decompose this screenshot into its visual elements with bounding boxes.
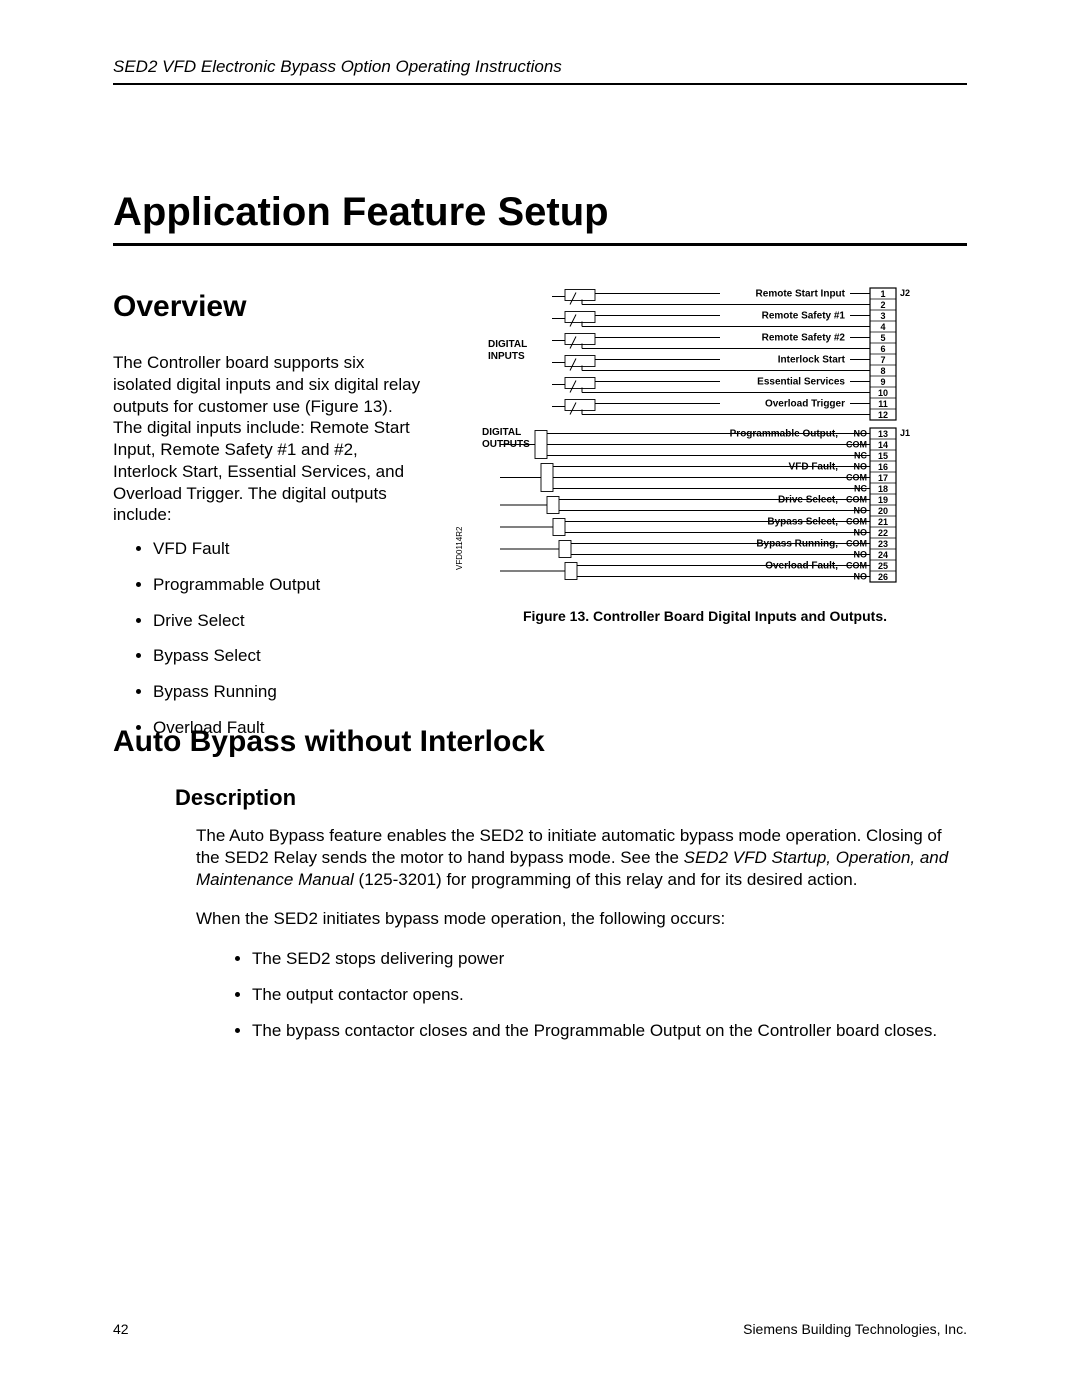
conn-j2-label: J2 [900,288,910,298]
digital-inputs-label-1: DIGITAL [488,339,527,350]
chapter-title-rule [113,243,967,246]
footer-company: Siemens Building Technologies, Inc. [743,1321,967,1337]
svg-text:18: 18 [878,484,888,494]
svg-text:5: 5 [880,333,885,343]
svg-text:22: 22 [878,528,888,538]
contact-tag: COM [846,561,867,571]
svg-text:16: 16 [878,462,888,472]
contact-tag: NO [854,462,868,472]
contact-tag: COM [846,517,867,527]
description-heading: Description [175,785,296,811]
contact-tag: NO [854,506,868,516]
svg-text:13: 13 [878,429,888,439]
output-rows: Programmable Output,NOCOMNCVFD Fault,NOC… [500,429,870,582]
svg-text:8: 8 [880,366,885,376]
header-rule [113,83,967,85]
input-label: Remote Safety #2 [762,333,846,344]
overview-bullets: VFD Fault Programmable Output Drive Sele… [113,538,423,739]
svg-text:6: 6 [880,344,885,354]
list-item: The SED2 stops delivering power [252,948,967,970]
svg-text:10: 10 [878,388,888,398]
overview-heading: Overview [113,290,246,324]
contact-tag: NO [854,550,868,560]
svg-text:23: 23 [878,539,888,549]
io-diagram: VFD0114R2 DIGITAL INPUTS DIGITAL OUTPUTS… [440,280,970,600]
desc-para-2: When the SED2 initiates bypass mode oper… [196,908,967,930]
svg-text:25: 25 [878,561,888,571]
svg-text:15: 15 [878,451,888,461]
contact-tag: COM [846,539,867,549]
list-item: Bypass Running [153,681,423,703]
svg-text:24: 24 [878,550,888,560]
digital-outputs-label-1: DIGITAL [482,427,521,438]
svg-text:2: 2 [880,300,885,310]
svg-text:1: 1 [880,289,885,299]
contact-tag: COM [846,440,867,450]
svg-text:14: 14 [878,440,888,450]
contact-tag: COM [846,495,867,505]
desc-para-1c: (125-3201) for programming of this relay… [354,870,858,889]
conn-j1-label: J1 [900,428,910,438]
svg-text:11: 11 [878,399,888,409]
auto-bypass-heading: Auto Bypass without Interlock [113,725,545,759]
svg-text:26: 26 [878,572,888,582]
input-label: Interlock Start [778,355,846,366]
page-container: SED2 VFD Electronic Bypass Option Operat… [0,0,1080,1397]
contact-tag: NC [854,484,867,494]
overview-paragraph: The Controller board supports six isolat… [113,352,423,526]
svg-text:7: 7 [880,355,885,365]
contact-tag: NC [854,451,867,461]
contact-tag: NO [854,572,868,582]
input-label: Essential Services [757,377,845,388]
contact-tag: NO [854,429,868,439]
svg-text:20: 20 [878,506,888,516]
svg-text:19: 19 [878,495,888,505]
page-header: SED2 VFD Electronic Bypass Option Operat… [113,57,967,93]
svg-text:12: 12 [878,410,888,420]
input-label: Remote Start Input [756,289,846,300]
chapter-title: Application Feature Setup [113,190,967,235]
svg-text:3: 3 [880,311,885,321]
list-item: The bypass contactor closes and the Prog… [252,1020,967,1042]
list-item: Programmable Output [153,574,423,596]
input-rows: Remote Start Input Remote Safety #1 Remote… [552,289,870,415]
chapter-title-block: Application Feature Setup [113,190,967,254]
contact-tag: COM [846,473,867,483]
description-bullets: The SED2 stops delivering power The outp… [196,948,967,1041]
list-item: VFD Fault [153,538,423,560]
figure-caption: Figure 13. Controller Board Digital Inpu… [470,608,940,624]
page-footer: 42 Siemens Building Technologies, Inc. [113,1321,967,1337]
description-body: The Auto Bypass feature enables the SED2… [196,825,967,1055]
header-title: SED2 VFD Electronic Bypass Option Operat… [113,57,967,77]
list-item: Bypass Select [153,645,423,667]
svg-text:17: 17 [878,473,888,483]
desc-para-1: The Auto Bypass feature enables the SED2… [196,825,967,890]
list-item: The output contactor opens. [252,984,967,1006]
overview-body: The Controller board supports six isolat… [113,352,423,753]
page-number: 42 [113,1321,129,1337]
diagram-id-label: VFD0114R2 [455,526,464,570]
input-label: Remote Safety #1 [762,311,846,322]
figure-13: VFD0114R2 DIGITAL INPUTS DIGITAL OUTPUTS… [440,280,970,605]
svg-text:21: 21 [878,517,888,527]
svg-text:4: 4 [880,322,885,332]
digital-inputs-label-2: INPUTS [488,351,525,362]
contact-tag: NO [854,528,868,538]
svg-text:9: 9 [880,377,885,387]
list-item: Drive Select [153,610,423,632]
input-label: Overload Trigger [765,399,845,410]
